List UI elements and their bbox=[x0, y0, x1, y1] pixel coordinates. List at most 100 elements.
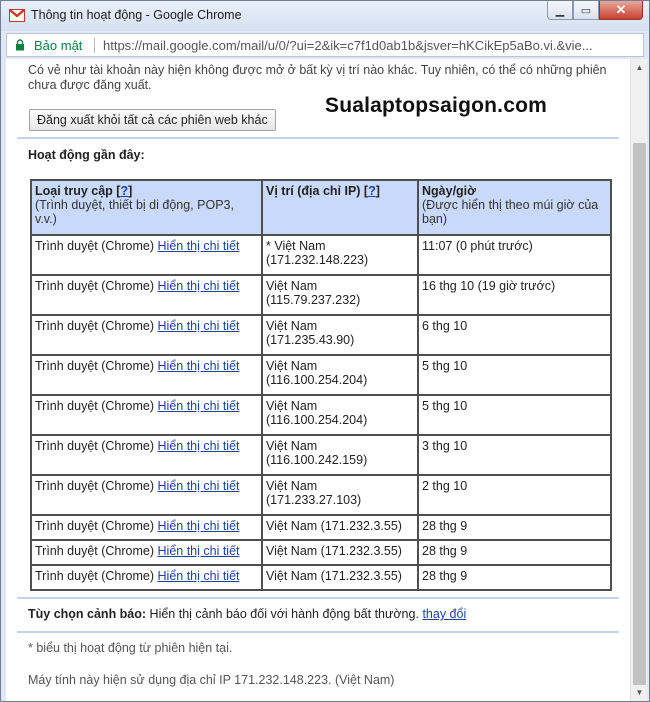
ip-address-text: (115.79.237.232) bbox=[266, 293, 361, 307]
sign-out-all-sessions-button[interactable]: Đăng xuất khỏi tất cả các phiên web khác bbox=[29, 109, 276, 131]
table-row: Trình duyệt (Chrome) Hiển thị chi tiết Vi… bbox=[30, 539, 612, 566]
access-type-cell: Trình duyệt (Chrome) Hiển thị chi tiết bbox=[30, 514, 263, 541]
scroll-up-arrow-icon[interactable]: ▲ bbox=[631, 59, 648, 76]
show-details-link[interactable]: Hiển thị chi tiết bbox=[158, 439, 240, 453]
access-type-text: Trình duyệt (Chrome) bbox=[35, 519, 155, 533]
ip-address-text: (116.100.254.204) bbox=[266, 373, 368, 387]
table-row: Trình duyệt (Chrome) Hiển thị chi tiết Vi… bbox=[30, 434, 612, 476]
datetime-cell: 11:07 (0 phút trước) bbox=[417, 234, 612, 276]
location-text: Việt Nam bbox=[266, 479, 318, 493]
location-text: Việt Nam bbox=[266, 439, 318, 453]
table-row: Trình duyệt (Chrome) Hiển thị chi tiết Vi… bbox=[30, 514, 612, 541]
datetime-cell: 16 thg 10 (19 giờ trước) bbox=[417, 274, 612, 316]
datetime-cell: 28 thg 9 bbox=[417, 539, 612, 566]
column-header-location: Vị trí (địa chỉ IP) [?] bbox=[261, 179, 419, 236]
access-type-text: Trình duyệt (Chrome) bbox=[35, 279, 155, 293]
datetime-text: 11:07 (0 phút trước) bbox=[422, 239, 533, 253]
location-text: * Việt Nam bbox=[266, 239, 326, 253]
ip-address-text: (171.235.43.90) bbox=[266, 333, 355, 347]
table-row: Trình duyệt (Chrome) Hiển thị chi tiết * … bbox=[30, 234, 612, 276]
table-row: Trình duyệt (Chrome) Hiển thị chi tiết Vi… bbox=[30, 394, 612, 436]
location-cell: Việt Nam (171.232.3.55) bbox=[261, 539, 419, 566]
help-link[interactable]: ? bbox=[368, 184, 376, 198]
browser-window: Thông tin hoạt động - Google Chrome ▁ ▭ … bbox=[0, 0, 650, 702]
current-session-footnote: * biểu thị hoạt động từ phiên hiện tại. bbox=[28, 641, 233, 655]
datetime-text: 5 thg 10 bbox=[422, 359, 468, 373]
location-text: Việt Nam (171.232.3.55) bbox=[266, 569, 402, 583]
show-details-link[interactable]: Hiển thị chi tiết bbox=[158, 544, 240, 558]
show-details-link[interactable]: Hiển thị chi tiết bbox=[158, 279, 240, 293]
column-subtitle: (Trình duyệt, thiết bị di động, POP3, v.… bbox=[35, 198, 234, 226]
recent-activity-heading: Hoạt động gần đây: bbox=[28, 148, 145, 162]
datetime-text: 28 thg 9 bbox=[422, 544, 468, 558]
access-type-cell: Trình duyệt (Chrome) Hiển thị chi tiết bbox=[30, 274, 263, 316]
access-type-text: Trình duyệt (Chrome) bbox=[35, 319, 155, 333]
activity-table: Loại truy cập [?] (Trình duyệt, thiết bị… bbox=[30, 179, 612, 591]
section-divider bbox=[17, 597, 619, 599]
datetime-cell: 28 thg 9 bbox=[417, 564, 612, 591]
show-details-link[interactable]: Hiển thị chi tiết bbox=[158, 239, 240, 253]
section-divider bbox=[17, 137, 619, 139]
show-details-link[interactable]: Hiển thị chi tiết bbox=[158, 479, 240, 493]
datetime-text: 6 thg 10 bbox=[422, 319, 468, 333]
ip-address-text: (171.232.148.223) bbox=[266, 253, 369, 267]
location-cell: Việt Nam (171.232.3.55) bbox=[261, 564, 419, 591]
address-separator bbox=[94, 38, 95, 53]
vertical-scrollbar[interactable]: ▲ ▼ bbox=[630, 59, 647, 701]
location-text: Việt Nam bbox=[266, 319, 318, 333]
access-type-text: Trình duyệt (Chrome) bbox=[35, 479, 155, 493]
alert-text: Hiển thị cảnh báo đối với hành động bất … bbox=[149, 607, 419, 621]
access-type-cell: Trình duyệt (Chrome) Hiển thị chi tiết bbox=[30, 234, 263, 276]
activity-table-body: Trình duyệt (Chrome) Hiển thị chi tiết * … bbox=[30, 234, 612, 591]
datetime-text: 5 thg 10 bbox=[422, 399, 468, 413]
minimize-button[interactable]: ▁ bbox=[547, 1, 573, 20]
secure-label[interactable]: Bảo mật bbox=[34, 38, 82, 53]
location-text: Việt Nam (171.232.3.55) bbox=[266, 544, 402, 558]
access-type-cell: Trình duyệt (Chrome) Hiển thị chi tiết bbox=[30, 564, 263, 591]
gmail-icon bbox=[9, 9, 25, 22]
show-details-link[interactable]: Hiển thị chi tiết bbox=[158, 319, 240, 333]
table-row: Trình duyệt (Chrome) Hiển thị chi tiết Vi… bbox=[30, 314, 612, 356]
show-details-link[interactable]: Hiển thị chi tiết bbox=[158, 519, 240, 533]
column-title-end: ] bbox=[128, 184, 133, 198]
address-bar[interactable]: Bảo mật https://mail.google.com/mail/u/0… bbox=[6, 33, 644, 57]
help-link[interactable]: ? bbox=[120, 184, 128, 198]
access-type-cell: Trình duyệt (Chrome) Hiển thị chi tiết bbox=[30, 354, 263, 396]
title-bar: Thông tin hoạt động - Google Chrome ▁ ▭ … bbox=[1, 1, 649, 31]
column-title-end: ] bbox=[375, 184, 380, 198]
datetime-text: 28 thg 9 bbox=[422, 519, 468, 533]
location-cell: Việt Nam (116.100.254.204) bbox=[261, 394, 419, 436]
column-subtitle: (Được hiển thị theo múi giờ của bạn) bbox=[422, 198, 599, 226]
datetime-text: 28 thg 9 bbox=[422, 569, 468, 583]
window-title: Thông tin hoạt động - Google Chrome bbox=[31, 8, 242, 22]
url-text[interactable]: https://mail.google.com/mail/u/0/?ui=2&i… bbox=[103, 38, 641, 53]
ip-address-text: (116.100.254.204) bbox=[266, 413, 368, 427]
alert-preferences: Tùy chọn cảnh báo: Hiển thị cảnh báo đối… bbox=[28, 607, 466, 621]
maximize-button[interactable]: ▭ bbox=[573, 1, 599, 20]
section-divider bbox=[17, 631, 619, 633]
location-text: Việt Nam bbox=[266, 399, 318, 413]
location-cell: Việt Nam (171.233.27.103) bbox=[261, 474, 419, 516]
column-title: Ngày/giờ bbox=[422, 184, 477, 198]
table-header-row: Loại truy cập [?] (Trình duyệt, thiết bị… bbox=[30, 179, 612, 236]
access-type-text: Trình duyệt (Chrome) bbox=[35, 439, 155, 453]
table-row: Trình duyệt (Chrome) Hiển thị chi tiết Vi… bbox=[30, 474, 612, 516]
access-type-text: Trình duyệt (Chrome) bbox=[35, 359, 155, 373]
table-row: Trình duyệt (Chrome) Hiển thị chi tiết Vi… bbox=[30, 564, 612, 591]
access-type-cell: Trình duyệt (Chrome) Hiển thị chi tiết bbox=[30, 394, 263, 436]
show-details-link[interactable]: Hiển thị chi tiết bbox=[158, 359, 240, 373]
access-type-cell: Trình duyệt (Chrome) Hiển thị chi tiết bbox=[30, 539, 263, 566]
change-alert-link[interactable]: thay đổi bbox=[422, 607, 466, 621]
table-row: Trình duyệt (Chrome) Hiển thị chi tiết Vi… bbox=[30, 354, 612, 396]
alert-label: Tùy chọn cảnh báo: bbox=[28, 607, 147, 621]
page-content: Có vẻ như tài khoản này hiện không được … bbox=[6, 59, 630, 701]
datetime-cell: 3 thg 10 bbox=[417, 434, 612, 476]
scroll-down-arrow-icon[interactable]: ▼ bbox=[631, 684, 648, 701]
table-row: Trình duyệt (Chrome) Hiển thị chi tiết Vi… bbox=[30, 274, 612, 316]
show-details-link[interactable]: Hiển thị chi tiết bbox=[158, 569, 240, 583]
scroll-thumb[interactable] bbox=[633, 143, 646, 685]
current-ip-info: Máy tính này hiện sử dụng địa chỉ IP 171… bbox=[28, 673, 395, 687]
show-details-link[interactable]: Hiển thị chi tiết bbox=[158, 399, 240, 413]
close-button[interactable]: ✕ bbox=[599, 1, 643, 20]
ip-address-text: (116.100.242.159) bbox=[266, 453, 368, 467]
